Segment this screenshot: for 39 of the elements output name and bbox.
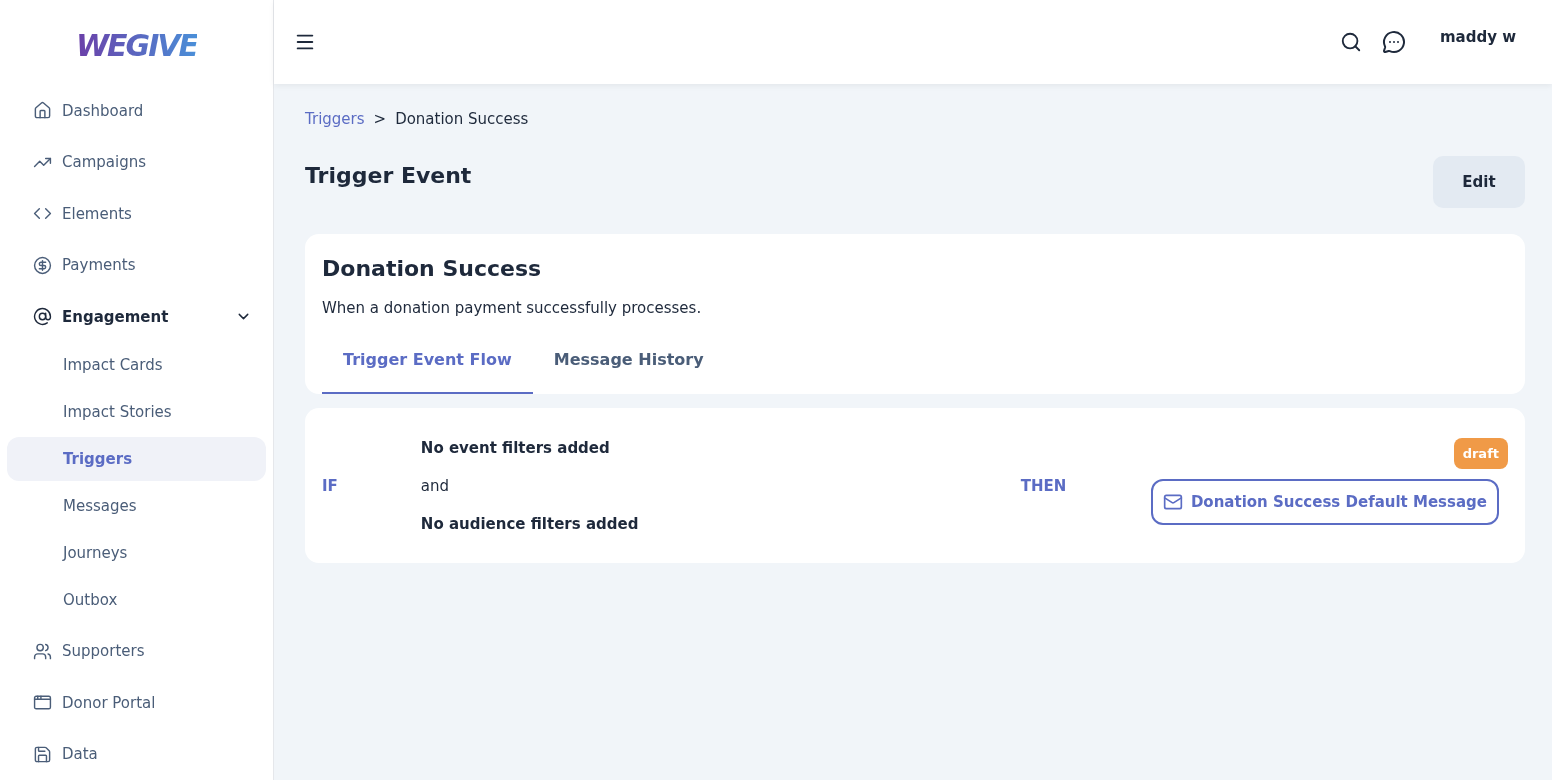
if-label: IF xyxy=(322,476,338,495)
at-sign-icon xyxy=(33,307,52,327)
joiner-text: and xyxy=(420,476,451,495)
edit-button[interactable]: Edit xyxy=(1433,156,1525,208)
sidebar-item[interactable]: Elements xyxy=(7,188,266,240)
sidebar-item[interactable]: Campaigns xyxy=(7,136,266,189)
sidebar-subitem[interactable]: Outbox xyxy=(7,578,266,622)
home-icon xyxy=(33,101,52,121)
envelope-icon xyxy=(1162,492,1183,512)
dollar-circle-icon xyxy=(33,255,52,275)
breadcrumb-current: Donation Success xyxy=(395,110,529,128)
sidebar-subitem[interactable]: Triggers xyxy=(7,436,266,481)
sidebar-item[interactable]: Donor Portal xyxy=(7,676,266,729)
message-button[interactable]: Donation Success Default Message xyxy=(1150,479,1499,525)
sidebar-item[interactable]: Engagement xyxy=(7,291,266,343)
sidebar-subitem[interactable]: Impact Stories xyxy=(7,389,266,434)
user-name[interactable]: maddy w xyxy=(1439,28,1516,46)
tab[interactable]: Trigger Event Flow xyxy=(322,333,533,394)
search-icon[interactable] xyxy=(1339,31,1362,53)
tab[interactable]: Message History xyxy=(532,333,725,394)
sidebar-subitem[interactable]: Impact Cards xyxy=(7,342,266,387)
then-label: THEN xyxy=(1020,476,1067,495)
event-filters-text: No event filters added xyxy=(420,438,611,457)
browser-window-icon xyxy=(33,693,52,713)
chat-bubble-icon[interactable] xyxy=(1381,30,1406,54)
people-icon xyxy=(33,641,52,661)
audience-filters-text: No audience filters added xyxy=(420,514,640,533)
breadcrumb-separator: > xyxy=(373,110,387,128)
sidebar-item[interactable]: Dashboard xyxy=(7,85,266,137)
sidebar-subitem[interactable]: Messages xyxy=(7,484,266,528)
page-title: Trigger Event xyxy=(305,163,472,188)
sidebar-item[interactable]: Supporters xyxy=(7,625,266,677)
sidebar-item[interactable]: Payments xyxy=(7,239,266,292)
sidebar-subitem[interactable]: Journeys xyxy=(7,531,266,575)
sidebar-item[interactable]: Data xyxy=(7,728,266,780)
breadcrumb-link[interactable]: Triggers xyxy=(305,110,365,128)
trigger-description: When a donation payment successfully processes. xyxy=(322,299,703,317)
status-badge: draft xyxy=(1453,438,1508,469)
trigger-title: Donation Success xyxy=(322,256,543,281)
